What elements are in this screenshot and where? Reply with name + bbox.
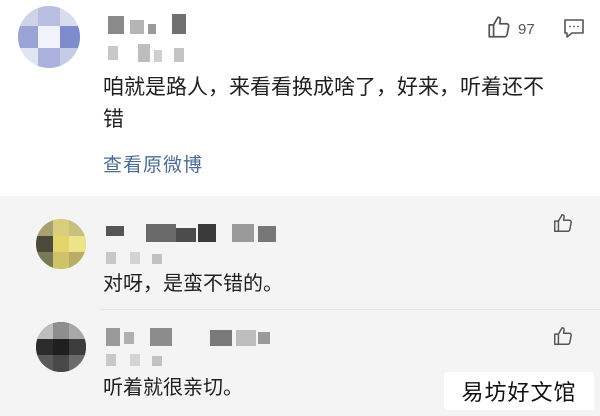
- thumbs-up-icon: [486, 14, 512, 44]
- avatar[interactable]: [18, 6, 80, 68]
- watermark: 易坊好文馆: [444, 372, 594, 410]
- reply-text: 对呀，是蛮不错的。: [103, 271, 283, 295]
- view-original-link[interactable]: 查看原微博: [103, 150, 203, 177]
- comment-button[interactable]: [562, 16, 586, 44]
- username-blurred[interactable]: [106, 326, 276, 348]
- thumbs-up-icon: [552, 325, 574, 351]
- comment-icon: [562, 16, 586, 44]
- like-button[interactable]: 97: [486, 14, 535, 44]
- divider: [100, 309, 600, 310]
- avatar[interactable]: [36, 322, 86, 372]
- reply-text: 听着就很亲切。: [103, 375, 243, 399]
- main-comment: 97 咱就是路人，来看看换成啥了，好来，听着还不 错 查看原微博: [0, 0, 600, 196]
- comment-text-line1: 咱就是路人，来看看换成啥了，好来，听着还不: [103, 75, 544, 99]
- meta-blurred: [106, 252, 186, 266]
- reply-like-button[interactable]: [552, 212, 574, 238]
- comment-text-line2: 错: [103, 107, 124, 131]
- reply-like-button[interactable]: [552, 325, 574, 351]
- thumbs-up-icon: [552, 212, 574, 238]
- username-blurred[interactable]: [108, 14, 198, 36]
- username-blurred[interactable]: [106, 222, 286, 244]
- avatar[interactable]: [36, 219, 86, 269]
- like-count: 97: [518, 20, 535, 38]
- meta-blurred: [106, 354, 186, 368]
- meta-blurred: [108, 44, 198, 64]
